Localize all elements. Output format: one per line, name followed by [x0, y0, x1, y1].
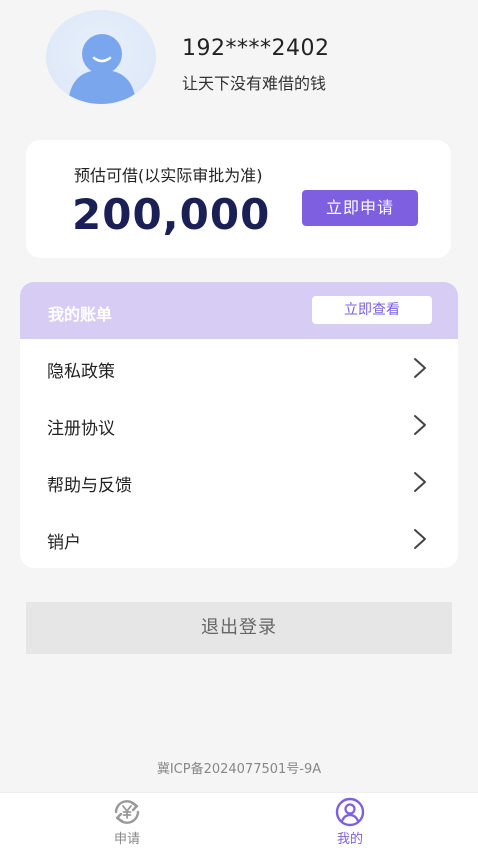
avatar[interactable] — [46, 10, 156, 104]
menu-item-registration-agreement[interactable]: 注册协议 — [20, 396, 458, 453]
tab-mine-label: 我的 — [336, 832, 363, 847]
loan-estimate-label: 预估可借(以实际审批为准) — [74, 166, 263, 185]
apply-now-button[interactable]: 立即申请 — [302, 190, 418, 226]
menu-item-close-account[interactable]: 销户 — [20, 510, 458, 567]
chevron-right-icon — [414, 358, 426, 378]
user-avatar-icon — [68, 34, 136, 104]
slogan: 让天下没有难借的钱 — [182, 74, 327, 93]
menu-item-label: 销户 — [47, 533, 81, 553]
tab-mine[interactable]: 我的 — [310, 797, 390, 849]
yen-refresh-icon — [114, 800, 140, 824]
bottom-tab-bar: 申请 我的 — [0, 792, 478, 850]
user-circle-icon — [335, 797, 365, 827]
chevron-right-icon — [414, 472, 426, 492]
view-bill-button[interactable]: 立即查看 — [312, 296, 432, 324]
menu-item-label: 隐私政策 — [47, 362, 115, 382]
phone-number: 192****2402 — [182, 36, 330, 61]
tab-apply-label: 申请 — [113, 832, 140, 847]
chevron-right-icon — [414, 415, 426, 435]
loan-amount: 200,000 — [72, 190, 271, 239]
menu-item-help-feedback[interactable]: 帮助与反馈 — [20, 453, 458, 510]
profile-header: 192****2402 让天下没有难借的钱 — [0, 0, 478, 120]
logout-button[interactable]: 退出登录 — [26, 602, 452, 654]
chevron-right-icon — [414, 529, 426, 549]
menu-item-label: 注册协议 — [47, 419, 115, 439]
tab-apply[interactable]: 申请 — [87, 797, 167, 849]
menu-item-label: 帮助与反馈 — [47, 476, 132, 496]
menu-item-privacy-policy[interactable]: 隐私政策 — [20, 339, 458, 396]
my-bill-title: 我的账单 — [48, 305, 113, 324]
icp-filing-number: 冀ICP备2024077501号-9A — [156, 762, 322, 777]
my-bill-row: 我的账单 立即查看 — [20, 282, 458, 339]
menu-card: 我的账单 立即查看 隐私政策 注册协议 帮助与反馈 销户 — [20, 282, 458, 568]
loan-card: 预估可借(以实际审批为准) 200,000 立即申请 — [26, 140, 451, 258]
